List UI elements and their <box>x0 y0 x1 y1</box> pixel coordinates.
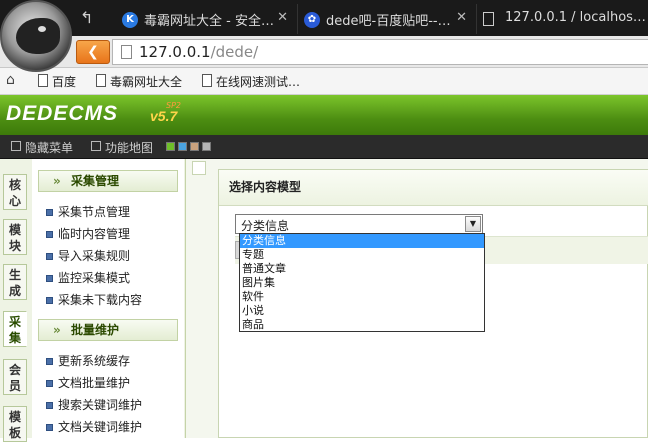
theme-swatch-green[interactable] <box>166 142 175 151</box>
bookmark-label: 百度 <box>52 75 77 89</box>
k-icon: K <box>122 12 138 28</box>
bookmark-label: 在线网速测试… <box>216 75 301 89</box>
browser-tab-3[interactable]: 127.0.0.1 / localhos… <box>476 4 648 34</box>
browser-tab-2[interactable]: ✿ dede吧-百度贴吧--… ✕ <box>297 4 475 34</box>
menu-section-collect[interactable]: 采集管理 <box>38 170 178 192</box>
vtab-member[interactable]: 会员 <box>3 359 27 395</box>
option-item[interactable]: 商品 <box>240 318 484 332</box>
url-text: 127.0.0.1/dede/ <box>139 43 259 61</box>
tab-title: 127.0.0.1 / localhos… <box>505 10 646 25</box>
menu-icon <box>11 141 21 151</box>
site-map-label: 功能地图 <box>105 141 154 155</box>
option-item[interactable]: 普通文章 <box>240 262 484 276</box>
menu-item[interactable]: 文档关键词维护 <box>46 418 142 435</box>
paw-icon: ✿ <box>304 12 320 28</box>
left-sidebar: 核心 模块 生成 采集 会员 模板 采集管理 采集节点管理 临时内容管理 导入采… <box>0 159 186 442</box>
menu-item[interactable]: 更新系统缓存 <box>46 352 130 369</box>
cheetah-icon <box>16 18 60 54</box>
panel-title: 选择内容模型 <box>219 170 648 206</box>
bookmarks-bar: ⌂ 百度 毒霸网址大全 在线网速测试… <box>0 68 648 95</box>
menu-item[interactable]: 采集未下载内容 <box>46 291 142 308</box>
dedecms-header: DEDECMS v5.7 SP2 <box>0 95 648 135</box>
bookmark-item[interactable]: 在线网速测试… <box>202 73 300 90</box>
back-arrow-icon[interactable]: ↰ <box>80 8 93 27</box>
theme-swatch-blue[interactable] <box>178 142 187 151</box>
option-item[interactable]: 专题 <box>240 248 484 262</box>
bookmark-item[interactable]: 百度 <box>38 73 76 90</box>
back-button[interactable]: ❮ <box>76 40 110 64</box>
tab-title: 毒霸网址大全 - 安全… <box>144 14 274 29</box>
admin-toolbar: 隐藏菜单 功能地图 <box>0 135 648 159</box>
vtab-collect[interactable]: 采集 <box>3 311 27 347</box>
close-icon[interactable]: ✕ <box>277 10 288 25</box>
site-map-button[interactable]: 功能地图 <box>91 139 153 156</box>
page-icon <box>121 45 132 59</box>
page-icon <box>96 74 106 87</box>
dedecms-logo: DEDECMS <box>6 102 119 125</box>
edition-label: SP2 <box>166 101 181 110</box>
main-content: 选择内容模型 分类信息 ▼ 分类信息 专题 普通文章 图片集 软件 小说 商品 <box>186 159 648 438</box>
home-icon[interactable]: ⌂ <box>6 72 15 88</box>
option-item[interactable]: 小说 <box>240 304 484 318</box>
hide-menu-button[interactable]: 隐藏菜单 <box>11 139 73 156</box>
vtab-core[interactable]: 核心 <box>3 174 27 210</box>
select-dropdown-list: 分类信息 专题 普通文章 图片集 软件 小说 商品 <box>239 233 485 332</box>
page-icon <box>483 12 494 26</box>
page-icon <box>202 74 212 87</box>
vtab-generate[interactable]: 生成 <box>3 264 27 300</box>
address-bar: ❮ 127.0.0.1/dede/ <box>0 36 648 68</box>
menu-item[interactable]: 搜索关键词维护 <box>46 396 142 413</box>
menu-item[interactable]: 临时内容管理 <box>46 225 130 242</box>
hide-menu-label: 隐藏菜单 <box>25 141 74 155</box>
vtab-template[interactable]: 模板 <box>3 406 27 442</box>
bookmark-label: 毒霸网址大全 <box>110 75 183 89</box>
grid-icon <box>91 141 101 151</box>
tab-title: dede吧-百度贴吧--… <box>326 14 451 29</box>
select-value: 分类信息 <box>241 219 290 233</box>
bookmark-item[interactable]: 毒霸网址大全 <box>96 73 182 90</box>
version-label: v5.7 <box>150 108 178 124</box>
option-item[interactable]: 分类信息 <box>240 234 484 248</box>
menu-item[interactable]: 导入采集规则 <box>46 247 130 264</box>
browser-tab-bar: ↰ K 毒霸网址大全 - 安全… ✕ ✿ dede吧-百度贴吧--… ✕ 127… <box>0 0 648 36</box>
theme-swatch-brown[interactable] <box>190 142 199 151</box>
theme-swatch-grey[interactable] <box>202 142 211 151</box>
side-menu: 采集管理 采集节点管理 临时内容管理 导入采集规则 监控采集模式 采集未下载内容… <box>32 159 184 438</box>
menu-section-batch[interactable]: 批量维护 <box>38 319 178 341</box>
vtab-module[interactable]: 模块 <box>3 219 27 255</box>
browser-tab-1[interactable]: K 毒霸网址大全 - 安全… ✕ <box>116 4 296 34</box>
menu-item[interactable]: 文档批量维护 <box>46 374 130 391</box>
menu-item[interactable]: 监控采集模式 <box>46 269 130 286</box>
option-item[interactable]: 图片集 <box>240 276 484 290</box>
content-model-select[interactable]: 分类信息 ▼ <box>235 214 483 234</box>
page-icon <box>38 74 48 87</box>
frame-toggle[interactable] <box>192 161 206 175</box>
browser-logo[interactable] <box>0 0 72 72</box>
close-icon[interactable]: ✕ <box>456 10 467 25</box>
chevron-down-icon[interactable]: ▼ <box>465 216 481 232</box>
menu-item[interactable]: 采集节点管理 <box>46 203 130 220</box>
option-item[interactable]: 软件 <box>240 290 484 304</box>
url-input[interactable]: 127.0.0.1/dede/ <box>112 39 648 65</box>
